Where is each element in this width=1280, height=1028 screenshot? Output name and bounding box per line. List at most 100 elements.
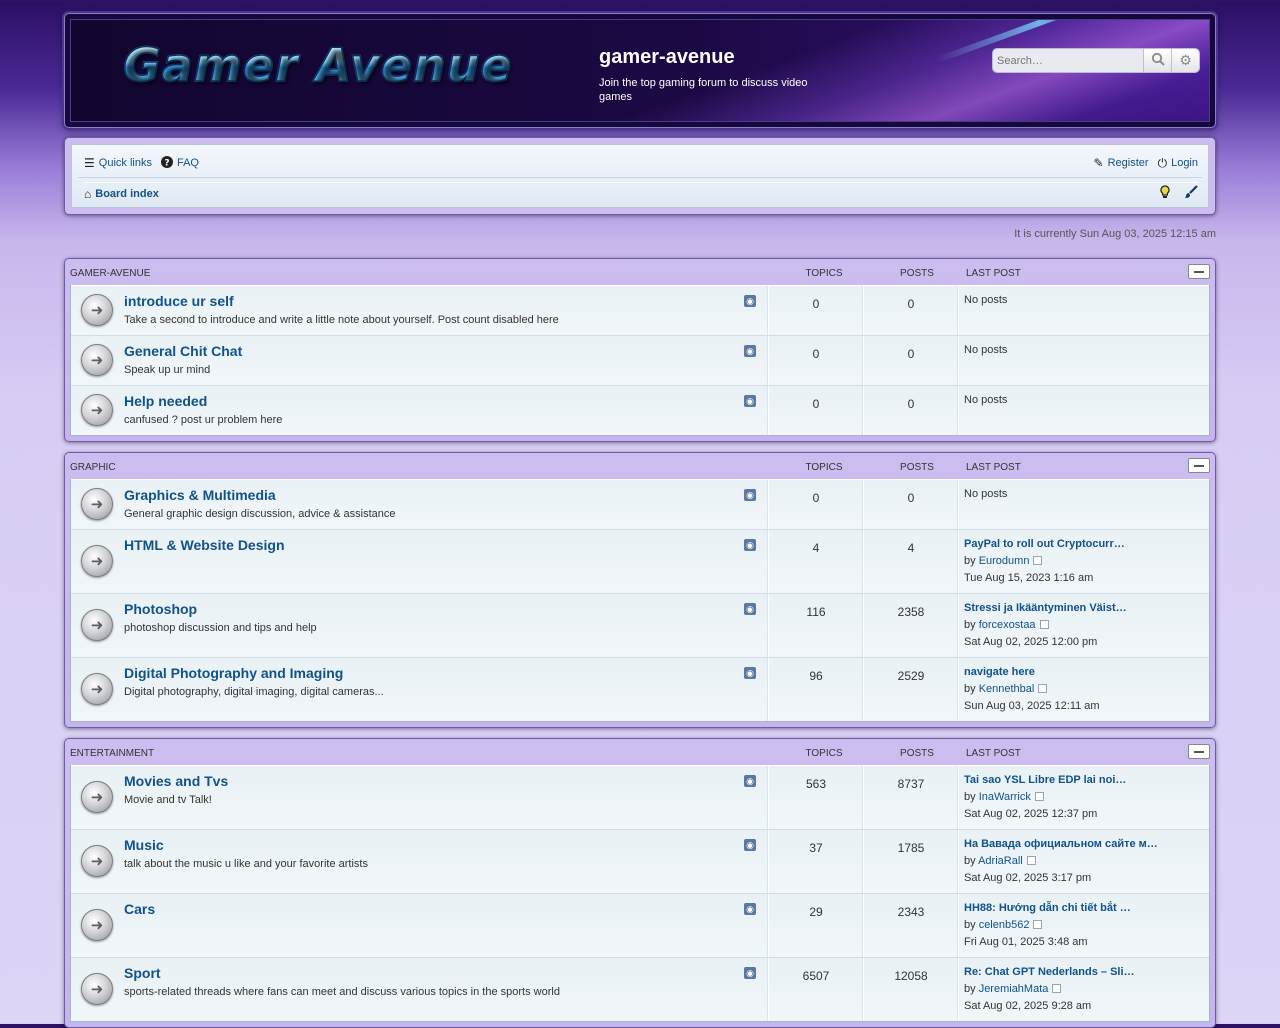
category-title[interactable]: GAMER-AVENUE <box>70 268 150 279</box>
last-post: Tai sao YSL Libre EDP lai noi… by InaWar… <box>964 772 1126 823</box>
posts-count: 4 <box>907 541 915 555</box>
last-post-title[interactable]: PayPal to roll out Cryptocurr… <box>964 536 1125 553</box>
forum-read-icon: ➜ <box>81 545 113 577</box>
faq-link[interactable]: ? FAQ <box>160 155 199 171</box>
forum-description: Digital photography, digital imaging, di… <box>124 686 384 698</box>
view-latest-post-icon[interactable] <box>1038 684 1048 693</box>
last-post-status: No posts <box>964 488 1008 500</box>
rss-feed-icon[interactable]: ◉ <box>744 295 756 307</box>
column-last-post: LAST POST <box>966 462 1021 473</box>
last-post-author[interactable]: JeremiahMata <box>979 983 1049 995</box>
last-post-date: Sat Aug 02, 2025 12:37 pm <box>964 808 1098 820</box>
last-post: HH88: Hướng dẫn chi tiết bắt … by celenb… <box>964 900 1131 951</box>
last-post-title[interactable]: Re: Chat GPT Nederlands – Sli… <box>964 964 1135 981</box>
register-link[interactable]: ✎ Register <box>1094 156 1149 170</box>
view-latest-post-icon[interactable] <box>1052 984 1062 993</box>
search-icon <box>1151 52 1165 69</box>
forum-title[interactable]: HTML & Website Design <box>124 537 285 553</box>
forum-title[interactable]: Cars <box>124 901 155 917</box>
rss-feed-icon[interactable]: ◉ <box>744 967 756 979</box>
rss-feed-icon[interactable]: ◉ <box>744 903 756 915</box>
category-title[interactable]: GRAPHIC <box>70 462 116 473</box>
forum-description: talk about the music u like and your fav… <box>124 858 368 870</box>
last-post-author[interactable]: forcexostaa <box>979 619 1036 631</box>
posts-count: 0 <box>907 491 915 505</box>
rss-feed-icon[interactable]: ◉ <box>744 345 756 357</box>
last-post: PayPal to roll out Cryptocurr… by Eurodu… <box>964 536 1125 587</box>
forum-title[interactable]: General Chit Chat <box>124 343 242 359</box>
search-input[interactable] <box>993 49 1143 72</box>
last-post-title[interactable]: navigate here <box>964 664 1100 681</box>
rss-feed-icon[interactable]: ◉ <box>744 489 756 501</box>
breadcrumb-board-index[interactable]: ⌂ Board index <box>84 187 159 201</box>
forum-title[interactable]: Graphics & Multimedia <box>124 487 276 503</box>
login-link[interactable]: ⏻ Login <box>1158 156 1198 171</box>
last-post: No posts <box>964 342 1007 359</box>
rss-feed-icon[interactable]: ◉ <box>744 839 756 851</box>
last-post-date: Fri Aug 01, 2025 3:48 am <box>964 936 1088 948</box>
collapse-button[interactable] <box>1188 264 1210 279</box>
collapse-button[interactable] <box>1188 458 1210 473</box>
last-post-author[interactable]: Kennethbal <box>979 683 1035 695</box>
forum-title[interactable]: Digital Photography and Imaging <box>124 665 343 681</box>
gear-icon: ⚙ <box>1179 52 1192 68</box>
last-post-by-label: by <box>964 919 976 931</box>
forum-row: ➜ Sport sports-related threads where fan… <box>71 957 1209 1021</box>
site-logo[interactable]: Gamer Avenue <box>122 37 513 93</box>
view-latest-post-icon[interactable] <box>1026 856 1036 865</box>
forum-description: canfused ? post ur problem here <box>124 414 283 426</box>
rss-feed-icon[interactable]: ◉ <box>744 775 756 787</box>
site-description: Join the top gaming forum to discuss vid… <box>599 77 808 103</box>
register-label: Register <box>1107 157 1149 169</box>
forum-title[interactable]: introduce ur self <box>124 293 234 309</box>
last-post: No posts <box>964 392 1007 409</box>
last-post-author[interactable]: celenb562 <box>979 919 1030 931</box>
last-post-title[interactable]: HH88: Hướng dẫn chi tiết bắt … <box>964 900 1131 917</box>
hamburger-icon: ☰ <box>84 156 95 170</box>
rss-feed-icon[interactable]: ◉ <box>744 667 756 679</box>
posts-count: 2343 <box>897 905 925 919</box>
rss-feed-icon[interactable]: ◉ <box>744 539 756 551</box>
forum-title[interactable]: Help needed <box>124 393 207 409</box>
search-button[interactable] <box>1143 49 1171 72</box>
rss-feed-icon[interactable]: ◉ <box>744 395 756 407</box>
last-post-title[interactable]: Tai sao YSL Libre EDP lai noi… <box>964 772 1126 789</box>
last-post-status: No posts <box>964 294 1008 306</box>
paintbrush-icon[interactable] <box>1184 185 1198 202</box>
view-latest-post-icon[interactable] <box>1039 620 1049 629</box>
rss-feed-icon[interactable]: ◉ <box>744 603 756 615</box>
last-post-author[interactable]: AdriaRall <box>978 855 1023 867</box>
lightbulb-icon[interactable] <box>1160 185 1170 202</box>
collapse-button[interactable] <box>1188 744 1210 759</box>
category-graphic: GRAPHIC TOPICS POSTS LAST POST ➜ Graphic… <box>64 452 1216 728</box>
forum-read-icon: ➜ <box>81 781 113 813</box>
last-post-title[interactable]: На Вавада официальном сайте м… <box>964 836 1158 853</box>
forum-row: ➜ HTML & Website Design ◉ 4 4 PayPal to … <box>71 529 1209 593</box>
view-latest-post-icon[interactable] <box>1033 556 1043 565</box>
last-post-date: Sun Aug 03, 2025 12:11 am <box>964 700 1100 712</box>
last-post: No posts <box>964 292 1007 309</box>
view-latest-post-icon[interactable] <box>1033 920 1043 929</box>
last-post-author[interactable]: InaWarrick <box>979 791 1031 803</box>
advanced-search-button[interactable]: ⚙ <box>1171 49 1199 72</box>
forum-row: ➜ Music talk about the music u like and … <box>71 829 1209 893</box>
forum-title[interactable]: Photoshop <box>124 601 197 617</box>
current-time: It is currently Sun Aug 03, 2025 12:15 a… <box>1014 228 1216 240</box>
last-post-status: No posts <box>964 394 1008 406</box>
last-post-author[interactable]: Eurodumn <box>979 555 1030 567</box>
forum-title[interactable]: Movies and Tvs <box>124 773 228 789</box>
posts-count: 0 <box>907 347 915 361</box>
last-post-date: Sat Aug 02, 2025 3:17 pm <box>964 872 1092 884</box>
quick-links-menu[interactable]: ☰ Quick links <box>84 156 152 170</box>
forum-title[interactable]: Sport <box>124 965 161 981</box>
last-post-title[interactable]: Stressi ja Ikääntyminen Väist… <box>964 600 1127 617</box>
forum-row: ➜ Cars ◉ 29 2343 HH88: Hướng dẫn chi tiế… <box>71 893 1209 957</box>
category-title[interactable]: ENTERTAINMENT <box>70 748 154 759</box>
navbar: ☰ Quick links ? FAQ ✎ Register ⏻ Login ⌂… <box>64 137 1216 215</box>
forum-title[interactable]: Music <box>124 837 164 853</box>
topics-count: 0 <box>812 347 820 361</box>
home-icon: ⌂ <box>84 186 92 201</box>
forum-read-icon: ➜ <box>81 294 113 326</box>
view-latest-post-icon[interactable] <box>1034 792 1044 801</box>
login-label: Login <box>1171 157 1198 169</box>
